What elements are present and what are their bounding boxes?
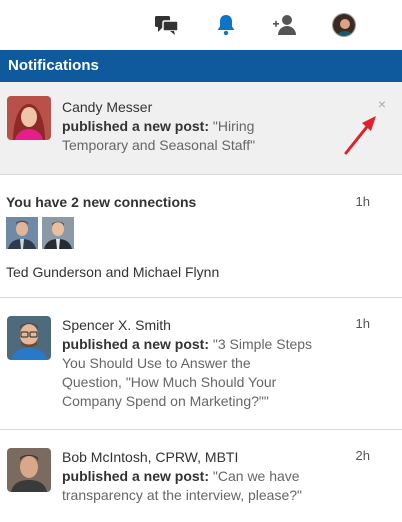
page-title: Notifications <box>8 57 99 74</box>
avatar[interactable] <box>7 316 51 360</box>
post-action: published a new post: <box>62 468 210 484</box>
timestamp: 2h <box>355 448 370 463</box>
post-summary-line: published a new post: "Hiring <box>62 117 254 136</box>
post-title[interactable]: "3 Simple Steps <box>213 336 312 352</box>
notification-item[interactable]: Bob McIntosh, CPRW, MBTI 2h published a … <box>0 430 402 522</box>
connections-title[interactable]: You have 2 new connections <box>6 194 196 210</box>
post-title-continued[interactable]: transparency at the interview, please?" <box>62 486 302 505</box>
timestamp: 1h <box>355 316 370 331</box>
messages-icon[interactable] <box>154 12 180 38</box>
sender-name[interactable]: Spencer X. Smith <box>62 316 171 335</box>
top-nav-bar <box>0 0 402 50</box>
post-title[interactable]: "Hiring <box>213 118 255 134</box>
connection-avatar[interactable] <box>6 217 38 249</box>
notification-item[interactable]: You have 2 new connections 1h Ted Gunder… <box>0 175 402 298</box>
profile-avatar[interactable] <box>331 12 357 38</box>
notifications-bell-icon[interactable] <box>213 12 239 38</box>
close-icon[interactable]: × <box>378 96 386 112</box>
post-title-continued[interactable]: Temporary and Seasonal Staff" <box>62 136 255 155</box>
post-title[interactable]: "Can we have <box>213 468 300 484</box>
annotation-arrow-icon <box>344 116 376 155</box>
avatar[interactable] <box>7 96 51 140</box>
sender-name[interactable]: Bob McIntosh, CPRW, MBTI <box>62 448 238 467</box>
post-summary-line: published a new post: "Can we have <box>62 467 300 486</box>
notification-item[interactable]: Spencer X. Smith 1h published a new post… <box>0 298 402 430</box>
connection-avatar[interactable] <box>42 217 74 249</box>
post-summary-line: published a new post: "3 Simple Steps <box>62 335 312 354</box>
post-action: published a new post: <box>62 118 210 134</box>
notifications-header: Notifications <box>0 50 402 82</box>
sender-name[interactable]: Candy Messer <box>62 98 152 117</box>
post-title-continued[interactable]: You Should Use to Answer the <box>62 354 251 373</box>
post-title-continued[interactable]: Company Spend on Marketing?"" <box>62 392 269 411</box>
avatar[interactable] <box>7 448 51 492</box>
connection-names[interactable]: Ted Gunderson and Michael Flynn <box>6 264 219 280</box>
post-title-continued[interactable]: Question, "How Much Should Your <box>62 373 276 392</box>
timestamp: 1h <box>355 194 370 209</box>
add-connection-icon[interactable] <box>272 12 298 38</box>
post-action: published a new post: <box>62 336 210 352</box>
